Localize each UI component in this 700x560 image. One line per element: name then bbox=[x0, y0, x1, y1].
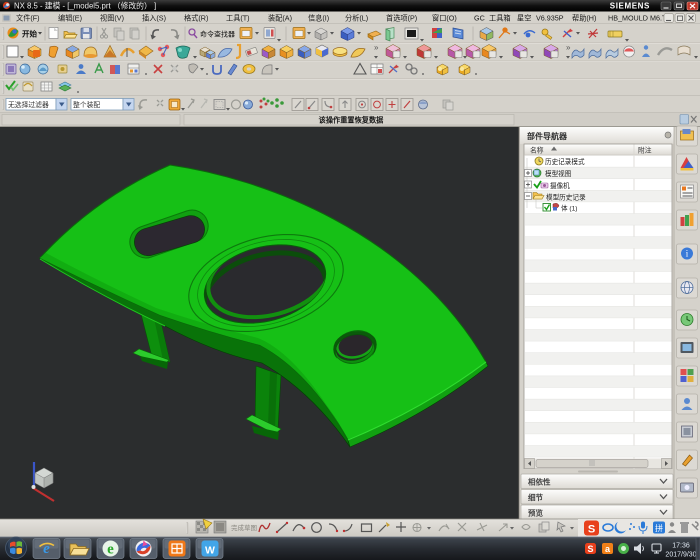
svg-text:格式(R): 格式(R) bbox=[184, 14, 208, 23]
svg-text:附注: 附注 bbox=[638, 145, 652, 154]
svg-text:该操作重置恢复数据: 该操作重置恢复数据 bbox=[319, 116, 385, 125]
svg-text:SIEMENS: SIEMENS bbox=[610, 2, 650, 11]
svg-text:名称: 名称 bbox=[530, 145, 544, 154]
svg-text:工具(T): 工具(T) bbox=[226, 14, 250, 23]
svg-text:历史记录模式: 历史记录模式 bbox=[545, 157, 585, 166]
svg-text:HB_MOULD: HB_MOULD bbox=[608, 14, 648, 23]
svg-text:整个装配: 整个装配 bbox=[73, 100, 100, 109]
svg-text:S: S bbox=[587, 544, 593, 554]
svg-text:摄像机: 摄像机 bbox=[550, 181, 570, 190]
svg-text:分析(L): 分析(L) bbox=[345, 14, 368, 23]
svg-text:体 (1): 体 (1) bbox=[561, 204, 577, 213]
svg-text:插入(S): 插入(S) bbox=[142, 14, 166, 23]
svg-text:V6.935P: V6.935P bbox=[536, 14, 564, 23]
svg-text:编辑(E): 编辑(E) bbox=[58, 14, 82, 23]
svg-text:e: e bbox=[107, 541, 114, 557]
svg-text:帮助(H): 帮助(H) bbox=[572, 14, 596, 23]
svg-text:17:36: 17:36 bbox=[672, 543, 690, 550]
svg-text:GC: GC bbox=[474, 14, 485, 23]
svg-text:细节: 细节 bbox=[528, 492, 543, 502]
svg-text:开始: 开始 bbox=[22, 29, 37, 39]
svg-text:视图(V): 视图(V) bbox=[100, 14, 124, 23]
svg-text:模型视图: 模型视图 bbox=[545, 169, 572, 178]
svg-text:»: » bbox=[374, 43, 379, 52]
svg-text:文件(F): 文件(F) bbox=[16, 14, 40, 23]
svg-text:预览: 预览 bbox=[528, 508, 543, 518]
svg-text:NX 8.5 - 建模 - [_model5.prt （修改: NX 8.5 - 建模 - [_model5.prt （修改的） ] bbox=[14, 1, 156, 11]
svg-text:工具箱: 工具箱 bbox=[489, 14, 511, 23]
svg-text:命令查找器: 命令查找器 bbox=[200, 30, 235, 39]
svg-text:无选择过滤器: 无选择过滤器 bbox=[8, 100, 49, 109]
svg-text:信息(I): 信息(I) bbox=[308, 14, 329, 23]
svg-text:模型历史记录: 模型历史记录 bbox=[546, 193, 586, 202]
svg-text:窗口(O): 窗口(O) bbox=[432, 14, 457, 23]
svg-text:2017/9/30: 2017/9/30 bbox=[665, 552, 696, 559]
svg-text:完成草图: 完成草图 bbox=[231, 523, 257, 532]
svg-text:相依性: 相依性 bbox=[528, 477, 551, 487]
svg-text:拼: 拼 bbox=[655, 523, 663, 533]
svg-text:装配(A): 装配(A) bbox=[268, 14, 292, 23]
svg-text:W: W bbox=[205, 545, 215, 557]
svg-text:首选项(P): 首选项(P) bbox=[386, 14, 417, 23]
svg-text:»: » bbox=[566, 43, 571, 52]
svg-text:星空: 星空 bbox=[517, 14, 531, 23]
svg-text:S: S bbox=[588, 524, 595, 536]
svg-text:部件导航器: 部件导航器 bbox=[527, 131, 568, 141]
